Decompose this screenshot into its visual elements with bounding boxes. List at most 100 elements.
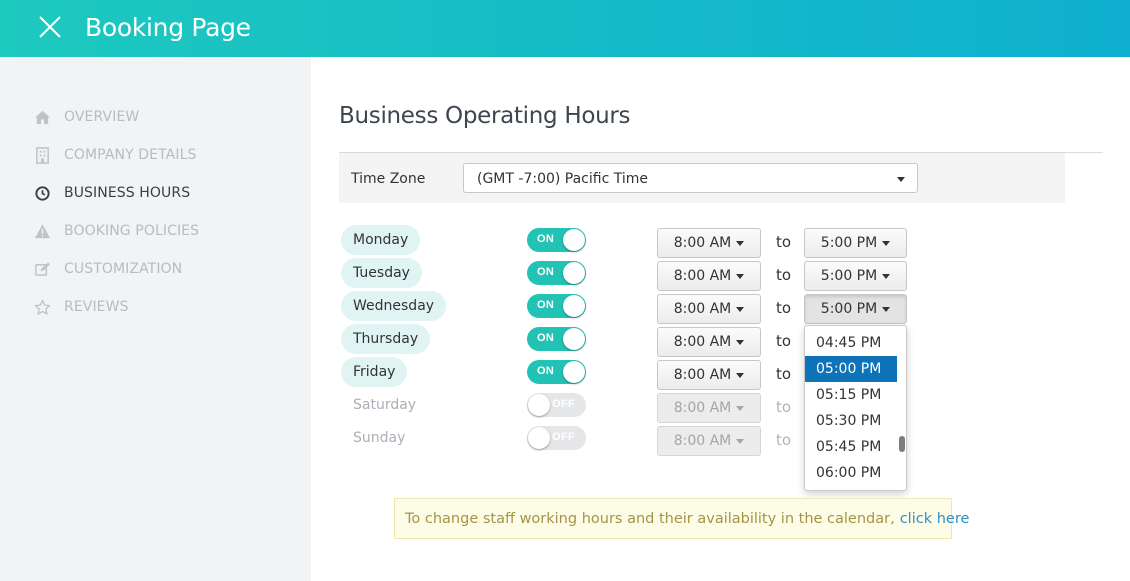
toggle-friday[interactable]: ON — [527, 360, 586, 384]
to-label: to — [776, 398, 792, 416]
dropdown-option[interactable]: 06:00 PM — [805, 460, 897, 486]
home-icon — [33, 108, 51, 126]
toggle-knob — [563, 295, 585, 317]
start-time-value: 8:00 AM — [673, 367, 732, 383]
end-time-tuesday[interactable]: 5:00 PM — [804, 261, 907, 291]
notice-text: To change staff working hours and their … — [405, 510, 895, 527]
toggle-text: ON — [537, 332, 555, 344]
toggle-sunday[interactable]: OFF — [527, 426, 586, 450]
dropdown-option[interactable]: 05:15 PM — [805, 382, 897, 408]
warning-icon — [33, 222, 51, 240]
sidebar-item-overview[interactable]: OVERVIEW — [33, 107, 139, 127]
end-time-wednesday[interactable]: 5:00 PM — [804, 294, 907, 324]
start-time-value: 8:00 AM — [673, 433, 732, 449]
start-time-value: 8:00 AM — [673, 334, 732, 350]
chevron-down-icon — [736, 306, 745, 312]
toggle-knob — [563, 229, 585, 251]
toggle-text: ON — [537, 266, 555, 278]
sidebar-item-label: COMPANY DETAILS — [64, 147, 197, 163]
end-time-monday[interactable]: 5:00 PM — [804, 228, 907, 258]
star-icon — [33, 298, 51, 316]
end-time-dropdown: 04:45 PM 05:00 PM 05:15 PM 05:30 PM 05:4… — [804, 325, 907, 491]
end-time-value: 5:00 PM — [820, 268, 878, 284]
day-label-sunday: Sunday — [353, 430, 406, 446]
app-title: Booking Page — [85, 13, 251, 42]
timezone-label: Time Zone — [351, 171, 426, 187]
sidebar-item-label: BUSINESS HOURS — [64, 185, 191, 201]
end-time-value: 5:00 PM — [820, 235, 878, 251]
toggle-knob — [563, 328, 585, 350]
toggle-knob — [528, 394, 550, 416]
chevron-down-icon — [736, 339, 745, 345]
start-time-thursday[interactable]: 8:00 AM — [657, 327, 761, 357]
dropdown-option[interactable]: 05:30 PM — [805, 408, 897, 434]
start-time-friday[interactable]: 8:00 AM — [657, 360, 761, 390]
day-label-saturday: Saturday — [353, 397, 417, 413]
toggle-text: OFF — [552, 398, 575, 410]
page-title: Business Operating Hours — [339, 103, 631, 129]
staff-hours-notice: To change staff working hours and their … — [394, 498, 969, 539]
to-label: to — [776, 332, 792, 350]
close-button[interactable] — [36, 13, 64, 41]
to-label: to — [776, 299, 792, 317]
header-bar: Booking Page — [0, 0, 1130, 57]
sidebar-item-label: REVIEWS — [64, 299, 129, 315]
to-label: to — [776, 365, 792, 383]
sidebar-item-business-hours[interactable]: BUSINESS HOURS — [33, 183, 190, 203]
end-time-value: 5:00 PM — [820, 301, 878, 317]
chevron-down-icon — [882, 306, 891, 312]
start-time-saturday: 8:00 AM — [657, 393, 761, 423]
start-time-monday[interactable]: 8:00 AM — [657, 228, 761, 258]
start-time-value: 8:00 AM — [673, 301, 732, 317]
start-time-wednesday[interactable]: 8:00 AM — [657, 294, 761, 324]
building-icon — [33, 146, 51, 164]
chevron-down-icon — [736, 405, 745, 411]
start-time-sunday: 8:00 AM — [657, 426, 761, 456]
day-label-thursday: Thursday — [341, 324, 431, 354]
toggle-monday[interactable]: ON — [527, 228, 586, 252]
start-time-tuesday[interactable]: 8:00 AM — [657, 261, 761, 291]
edit-icon — [33, 260, 51, 278]
dropdown-scrollbar[interactable] — [899, 436, 905, 452]
toggle-text: ON — [537, 365, 555, 377]
timezone-value: (GMT -7:00) Pacific Time — [477, 171, 649, 187]
chevron-down-icon — [897, 177, 905, 182]
sidebar-item-company-details[interactable]: COMPANY DETAILS — [33, 145, 196, 165]
day-label-tuesday: Tuesday — [341, 258, 422, 288]
close-icon — [39, 16, 61, 38]
clock-icon — [33, 184, 51, 202]
main-content: Business Operating Hours Time Zone (GMT … — [311, 57, 1130, 581]
to-label: to — [776, 233, 792, 251]
toggle-wednesday[interactable]: ON — [527, 294, 586, 318]
chevron-down-icon — [736, 438, 745, 444]
start-time-value: 8:00 AM — [673, 400, 732, 416]
sidebar-item-label: CUSTOMIZATION — [64, 261, 183, 277]
dropdown-option-selected[interactable]: 05:00 PM — [805, 356, 897, 382]
sidebar-item-booking-policies[interactable]: BOOKING POLICIES — [33, 221, 199, 241]
sidebar-item-label: BOOKING POLICIES — [64, 223, 200, 239]
click-here-link[interactable]: click here — [900, 511, 970, 527]
toggle-tuesday[interactable]: ON — [527, 261, 586, 285]
day-label-friday: Friday — [341, 357, 408, 387]
dropdown-option[interactable]: 05:45 PM — [805, 434, 897, 460]
toggle-thursday[interactable]: ON — [527, 327, 586, 351]
sidebar-item-customization[interactable]: CUSTOMIZATION — [33, 259, 182, 279]
toggle-text: ON — [537, 299, 555, 311]
toggle-text: OFF — [552, 431, 575, 443]
sidebar-item-label: OVERVIEW — [64, 109, 140, 125]
day-label-monday: Monday — [341, 225, 421, 255]
chevron-down-icon — [736, 273, 745, 279]
chevron-down-icon — [882, 240, 891, 246]
toggle-saturday[interactable]: OFF — [527, 393, 586, 417]
chevron-down-icon — [736, 240, 745, 246]
dropdown-option[interactable]: 04:45 PM — [805, 330, 897, 356]
to-label: to — [776, 266, 792, 284]
sidebar-item-reviews[interactable]: REVIEWS — [33, 297, 129, 317]
sidebar: OVERVIEW COMPANY DETAILS BUSINESS HOURS … — [0, 57, 311, 581]
toggle-knob — [528, 427, 550, 449]
start-time-value: 8:00 AM — [673, 235, 732, 251]
timezone-select[interactable]: (GMT -7:00) Pacific Time — [463, 163, 918, 193]
timezone-row: Time Zone (GMT -7:00) Pacific Time — [339, 153, 1065, 203]
toggle-text: ON — [537, 233, 555, 245]
chevron-down-icon — [736, 372, 745, 378]
